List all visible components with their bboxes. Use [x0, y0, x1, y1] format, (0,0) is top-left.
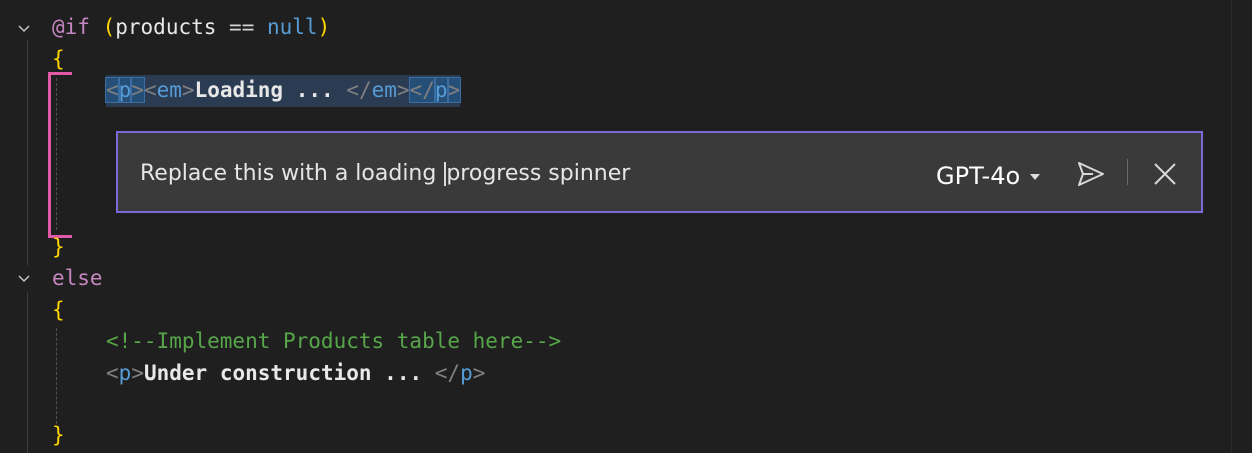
fold-chevron-down-icon[interactable]: [16, 271, 32, 287]
tag-punct: >: [131, 361, 144, 385]
tag-name: p: [117, 77, 133, 103]
tag-name: em: [156, 78, 182, 102]
inline-chat-panel: Replace this with a loading progress spi…: [116, 131, 1203, 213]
code-line-8: <p>Under construction ... </p>: [106, 358, 485, 388]
tag-punct: >: [446, 77, 462, 103]
prompt-text-after-caret: progress spinner: [446, 161, 631, 186]
open-brace: {: [52, 47, 65, 71]
identifier: products: [115, 15, 217, 39]
null-keyword: null: [266, 15, 318, 39]
send-icon[interactable]: [1076, 159, 1106, 189]
tag-punct: <: [105, 77, 120, 103]
open-paren: (: [102, 15, 116, 39]
code-line-1: @if (products == null): [52, 12, 330, 42]
code-line-5: else: [52, 263, 103, 293]
close-paren: ): [317, 15, 331, 39]
model-selector[interactable]: GPT-4o: [936, 159, 1041, 193]
model-label: GPT-4o: [936, 162, 1021, 190]
operator: ==: [216, 15, 267, 39]
fold-chevron-down-icon[interactable]: [16, 21, 32, 37]
chevron-down-icon: [1030, 174, 1041, 180]
else-keyword: else: [52, 266, 103, 290]
tag-punct: </: [346, 78, 372, 102]
tag-punct: <: [106, 361, 119, 385]
code-line-2: {: [52, 44, 65, 74]
tag-punct: >: [130, 77, 145, 103]
razor-if-keyword: @if: [52, 15, 90, 39]
tag-punct: </: [434, 361, 461, 385]
code-line-9: }: [52, 420, 65, 450]
close-brace: }: [52, 235, 65, 259]
html-comment: <!--Implement Products table here-->: [106, 329, 562, 353]
vertical-scrollbar[interactable]: [1231, 0, 1252, 453]
tag-punct: >: [472, 361, 486, 385]
chat-prompt-input[interactable]: Replace this with a loading progress spi…: [140, 157, 880, 191]
tag-name: em: [371, 78, 397, 102]
fold-guide: [27, 292, 28, 453]
tag-name: p: [460, 361, 473, 385]
tag-punct: >: [181, 78, 195, 102]
diff-marker: [48, 72, 72, 238]
fold-guide: [27, 40, 28, 265]
code-line-4: }: [52, 232, 65, 262]
code-line-3: <p><em>Loading ... </em></p>: [105, 75, 462, 107]
code-line-6: {: [52, 295, 65, 325]
tag-name: p: [118, 361, 132, 385]
prompt-text-before-caret: Replace this with a loading: [140, 161, 444, 186]
code-editor[interactable]: @if (products == null) { <p><em>Loading …: [0, 0, 1252, 453]
tag-punct: </: [408, 77, 436, 103]
close-brace: }: [52, 423, 65, 447]
close-icon[interactable]: [1152, 161, 1178, 187]
tag-punct: >: [396, 78, 410, 102]
element-text: Under construction ...: [143, 361, 435, 385]
toolbar-separator: [1127, 159, 1128, 185]
element-text: Loading ...: [194, 78, 347, 102]
code-line-7: <!--Implement Products table here-->: [106, 326, 561, 356]
indent-guide: [56, 328, 57, 424]
tag-punct: <: [143, 78, 157, 102]
tag-name: p: [433, 77, 449, 103]
open-brace: {: [52, 298, 65, 322]
